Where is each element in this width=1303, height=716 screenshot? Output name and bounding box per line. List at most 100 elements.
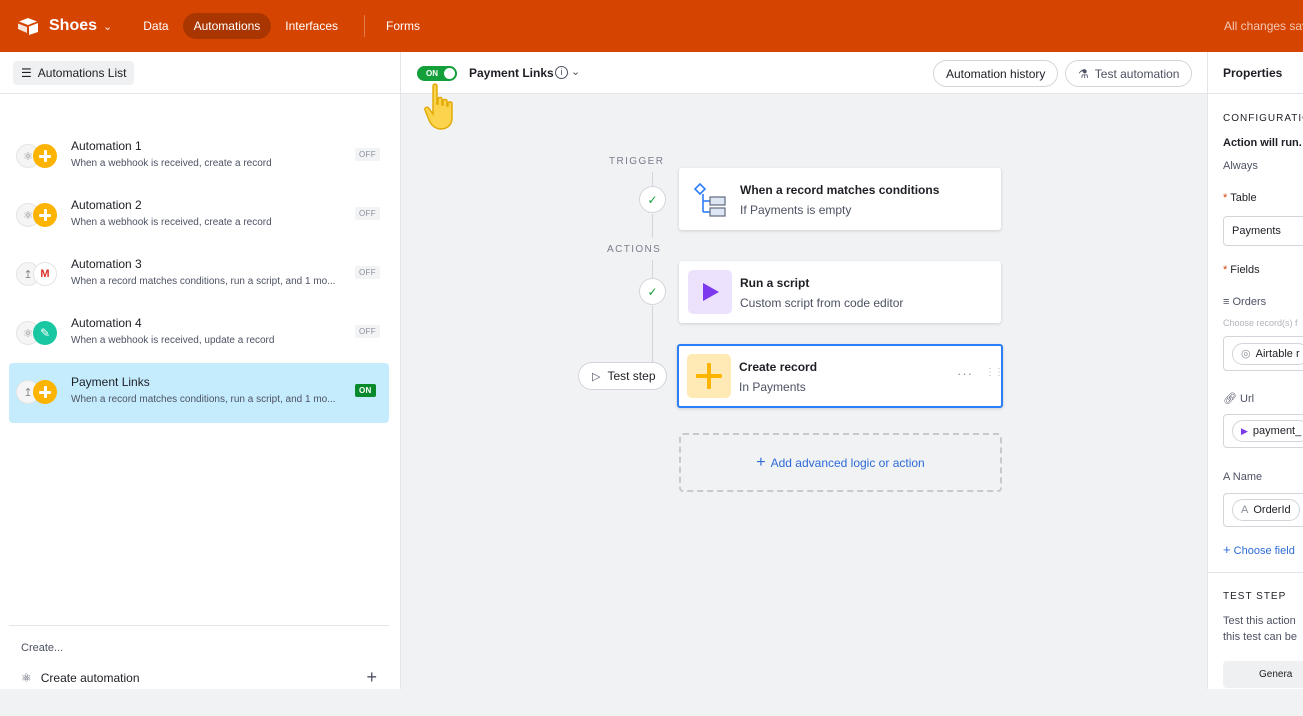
base-name: Shoes	[49, 17, 98, 34]
automation-desc: When a webhook is received, create a rec…	[71, 158, 272, 169]
more-icon[interactable]: ···	[957, 366, 973, 381]
status-badge: OFF	[355, 207, 380, 220]
nav-data[interactable]: Data	[132, 13, 179, 39]
pencil-icon: ✎	[33, 321, 57, 345]
trigger-label: TRIGGER	[609, 156, 665, 167]
plus-icon: +	[756, 453, 766, 471]
play-outline-icon: ▷	[592, 370, 601, 383]
action-subtitle: In Payments	[739, 380, 806, 394]
choose-field-link[interactable]: + Choose field	[1223, 542, 1295, 557]
top-nav: Data Automations Interfaces Forms	[132, 13, 434, 39]
automation-item-payment-links[interactable]: ↥ Payment Links When a record matches co…	[9, 363, 389, 423]
url-field-label: 🔗︎ Url	[1223, 393, 1255, 405]
properties-panel: Properties CONFIGURATIO Action will run.…	[1207, 52, 1303, 689]
nav-interfaces[interactable]: Interfaces	[274, 13, 349, 39]
chevron-down-icon[interactable]: ⌄	[571, 65, 580, 78]
name-input[interactable]: A OrderId	[1223, 493, 1303, 527]
base-switcher[interactable]: Shoes ⌄	[17, 17, 112, 35]
sidebar-footer: Create... ⚛ Create automation +	[9, 625, 389, 687]
status-badge: ON	[355, 384, 376, 397]
link-icon: 🔗︎	[1223, 393, 1237, 405]
automation-name: Payment Links	[71, 375, 150, 389]
actions-label: ACTIONS	[607, 244, 662, 255]
test-step-section-label: TEST STEP	[1223, 591, 1287, 602]
automation-item-4[interactable]: ⚛ ✎ Automation 4 When a webhook is recei…	[9, 304, 389, 363]
info-icon[interactable]: i	[555, 66, 568, 79]
table-select[interactable]: Payments	[1223, 216, 1303, 246]
automation-icons: ⚛ ✎	[16, 321, 60, 347]
automation-history-button[interactable]: Automation history	[933, 60, 1059, 87]
automation-icons: ↥	[16, 380, 60, 406]
automation-desc: When a record matches conditions, run a …	[71, 276, 336, 287]
automation-item-3[interactable]: ↥ M Automation 3 When a record matches c…	[9, 245, 389, 304]
automation-desc: When a record matches conditions, run a …	[71, 394, 336, 405]
automation-desc: When a webhook is received, update a rec…	[71, 335, 275, 346]
flow-connector	[652, 306, 653, 362]
action-run-label: Action will run.	[1223, 137, 1302, 149]
trigger-subtitle: If Payments is empty	[740, 203, 852, 217]
action-title: Create record	[739, 360, 818, 374]
automation-name: Automation 4	[71, 316, 142, 330]
automation-title[interactable]: Payment Links	[469, 66, 554, 80]
action-card-run-script[interactable]: Run a script Custom script from code edi…	[679, 261, 1001, 323]
automation-icons: ⚛	[16, 144, 60, 170]
create-automation-button[interactable]: ⚛ Create automation +	[21, 667, 377, 688]
generate-button[interactable]: Genera	[1223, 661, 1303, 688]
automation-icons: ↥ M	[16, 262, 60, 288]
automation-toggle[interactable]: ON	[417, 66, 457, 81]
create-automation-label: Create automation	[40, 670, 140, 685]
test-description-1: Test this action	[1223, 615, 1296, 627]
test-step-label: Test step	[607, 369, 656, 383]
save-status: All changes saved	[1224, 19, 1303, 33]
automation-icon: ⚛	[21, 670, 32, 685]
trigger-card[interactable]: When a record matches conditions If Paym…	[679, 168, 1001, 230]
flask-icon: ⚗	[1078, 66, 1089, 81]
test-step-button[interactable]: ▷ Test step	[578, 362, 667, 390]
test-description-2: this test can be	[1223, 631, 1297, 643]
status-badge: OFF	[355, 325, 380, 338]
orders-field-label: ≡ Orders	[1223, 296, 1267, 308]
airtable-icon: ◎	[1241, 348, 1251, 360]
drag-handle-icon[interactable]: ⋮⋮	[985, 367, 1004, 378]
orders-hint: Choose record(s) f	[1223, 318, 1298, 328]
play-icon	[688, 270, 732, 314]
action-card-create-record[interactable]: Create record In Payments ··· ⋮⋮	[677, 344, 1004, 408]
plus-icon	[687, 354, 731, 398]
nav-automations[interactable]: Automations	[182, 13, 272, 39]
automations-sidebar: ☰ Automations List ⚛ Automation 1 When a…	[0, 52, 401, 689]
toggle-label: ON	[426, 69, 438, 78]
automations-list-button[interactable]: ☰ Automations List	[13, 60, 135, 85]
nav-forms[interactable]: Forms	[375, 13, 431, 39]
condition-tree-icon	[688, 177, 732, 221]
automation-name: Automation 1	[71, 139, 142, 153]
create-label: Create...	[21, 642, 64, 654]
automation-desc: When a webhook is received, create a rec…	[71, 217, 272, 228]
automation-item-2[interactable]: ⚛ Automation 2 When a webhook is receive…	[9, 186, 389, 245]
automation-list: ⚛ Automation 1 When a webhook is receive…	[9, 127, 389, 423]
nav-divider	[364, 15, 365, 37]
url-input[interactable]: ▶ payment_	[1223, 414, 1303, 448]
plus-icon	[33, 380, 57, 404]
top-bar: Shoes ⌄ Data Automations Interfaces Form…	[0, 0, 1303, 52]
check-icon: ✓	[639, 278, 666, 305]
configuration-label: CONFIGURATIO	[1223, 113, 1303, 124]
sidebar-header: ☰ Automations List	[0, 52, 400, 94]
properties-header: Properties	[1208, 52, 1303, 94]
orders-input[interactable]: ◎ Airtable r	[1223, 336, 1303, 371]
plus-icon: +	[366, 667, 377, 687]
airtable-logo-icon	[18, 18, 38, 35]
text-field-icon: A	[1223, 471, 1230, 483]
gmail-icon: M	[33, 262, 57, 286]
link-field-icon: ≡	[1223, 296, 1230, 308]
add-logic-label: Add advanced logic or action	[770, 455, 925, 470]
automation-name: Automation 3	[71, 257, 142, 271]
add-advanced-logic-button[interactable]: + Add advanced logic or action	[679, 433, 1002, 492]
automation-item-1[interactable]: ⚛ Automation 1 When a webhook is receive…	[9, 127, 389, 186]
trigger-title: When a record matches conditions	[740, 183, 940, 197]
test-automation-button[interactable]: ⚗ Test automation	[1065, 60, 1193, 87]
automation-icons: ⚛	[16, 203, 60, 229]
run-condition-value: Always	[1223, 160, 1258, 172]
automation-history-label: Automation history	[946, 66, 1046, 81]
automation-name: Automation 2	[71, 198, 142, 212]
chevron-down-icon: ⌄	[103, 20, 113, 33]
